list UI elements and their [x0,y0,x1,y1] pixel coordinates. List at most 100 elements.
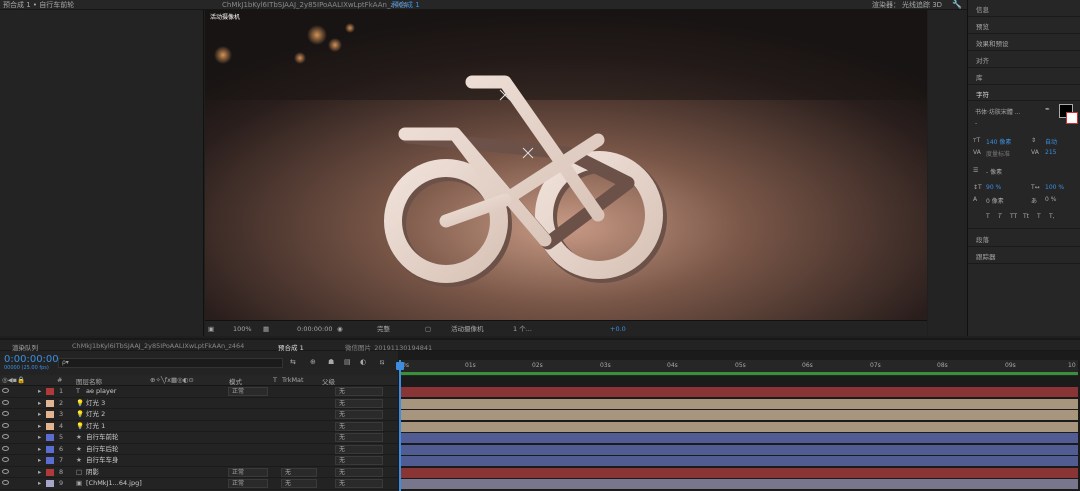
small-caps-button[interactable]: Tt [1023,213,1029,220]
parent-select[interactable]: 无 [335,421,383,431]
layer-duration-bar[interactable] [400,398,1078,409]
work-area-bar[interactable] [400,372,1078,375]
layer-name[interactable]: ae player [86,387,116,396]
panel-info[interactable]: 信息 [976,4,989,14]
draft3d-icon[interactable]: ⊕ [310,358,316,366]
parent-select[interactable]: 无 [335,387,383,396]
layer-duration-bar[interactable] [400,421,1078,432]
layer-duration-bar[interactable] [400,456,1078,466]
panel-paragraph[interactable]: 段落 [976,234,989,244]
tsume-value[interactable]: 0 % [1045,196,1056,203]
eye-icon[interactable] [2,457,9,462]
stroke-color-swatch[interactable] [1066,112,1078,124]
parent-select[interactable]: 无 [335,456,383,465]
shy-icon[interactable]: ☗ [328,358,334,366]
trkmat-select[interactable]: 无 [281,467,317,477]
all-caps-button[interactable]: TT [1010,213,1017,220]
layer-name[interactable]: 自行车车身 [86,456,119,465]
label-color-swatch[interactable] [46,422,54,430]
region-icon[interactable]: ▢ [425,324,431,334]
layer-name[interactable]: 灯光 2 [86,410,105,419]
mode-select[interactable]: 正常 [228,479,268,488]
layer-duration-bar[interactable] [400,479,1078,489]
comp-flowchart-icon[interactable]: ⇆ [290,358,296,366]
layer-name[interactable]: 自行车后轮 [86,445,119,454]
views-select[interactable]: 1 个... [513,324,532,334]
parent-select[interactable]: 无 [335,398,383,408]
mode-select[interactable]: 正常 [228,387,268,396]
eye-icon[interactable] [2,399,9,405]
expand-arrow-icon[interactable]: ▸ [38,422,41,431]
layer-row[interactable]: ▸ 3 💡 灯光 2 无 [0,409,398,421]
panel-tracker[interactable]: 跟踪器 [976,251,996,261]
wrench-icon[interactable]: 🔧 [952,0,962,10]
faux-bold-button[interactable]: T [986,213,990,220]
playhead[interactable] [399,360,401,491]
monitor-icon[interactable]: ▣ [208,324,214,334]
col-layer-name[interactable]: 图层名称 [76,376,102,386]
layer-row[interactable]: ▸ 1 T ae player 正常 无 [0,386,398,398]
parent-select[interactable]: 无 [335,444,383,454]
expand-arrow-icon[interactable]: ▸ [38,445,41,454]
subscript-button[interactable]: T, [1049,213,1055,220]
layer-name[interactable]: 自行车前轮 [86,433,119,442]
mode-select[interactable]: 正常 [228,467,268,477]
layer-row[interactable]: ▸ 2 💡 灯光 3 无 [0,398,398,409]
trkmat-select[interactable]: 无 [281,479,317,488]
motion-blur-icon[interactable]: ◐ [360,358,366,366]
label-color-swatch[interactable] [46,399,54,407]
eye-icon[interactable] [2,468,9,474]
parent-select[interactable]: 无 [335,433,383,442]
layer-row[interactable]: ▸ 8 □ 阴影 正常 无 无 [0,467,398,478]
layer-row[interactable]: ▸ 9 ▣ [ChMkJ1...64.jpg] 正常 无 无 [0,478,398,490]
leading-value[interactable]: 自动 [1045,137,1057,146]
expand-arrow-icon[interactable]: ▸ [38,468,41,477]
zoom-select[interactable]: 100% [233,324,252,334]
panel-library[interactable]: 库 [976,72,983,82]
font-family-select[interactable]: 书体·坊肤宋體 ... [975,107,1021,116]
label-color-swatch[interactable] [46,457,54,464]
parent-select[interactable]: 无 [335,479,383,488]
graph-editor-icon[interactable]: ⧅ [380,358,384,367]
camera-icon[interactable]: ◉ [337,324,343,334]
faux-italic-button[interactable]: T [998,213,1002,220]
label-color-swatch[interactable] [46,445,54,453]
panel-effects[interactable]: 效果和预设 [976,38,1009,48]
panel-character[interactable]: 字符 [976,89,989,99]
playhead-handle[interactable] [396,362,404,370]
layer-row[interactable]: ▸ 6 ★ 自行车后轮 无 [0,444,398,455]
tracking-metrics[interactable]: 度量标准 [986,149,1010,158]
eye-icon[interactable] [2,388,9,393]
tab-comp-image[interactable]: ChMkJ1bKyl6ITbSJAAJ_2y85IPoAALIXwLptFkAA… [72,342,244,350]
layer-row[interactable]: ▸ 7 ★ 自行车车身 无 [0,455,398,467]
layer-duration-bar[interactable] [400,444,1078,455]
exposure-value[interactable]: +0.0 [610,324,626,334]
label-color-swatch[interactable] [46,434,54,441]
layer-duration-bar[interactable] [400,410,1078,420]
expand-arrow-icon[interactable]: ▸ [38,399,41,408]
camera-select[interactable]: 活动摄像机 [451,324,484,334]
layer-duration-bar[interactable] [400,387,1078,397]
superscript-button[interactable]: T [1037,213,1041,220]
grid-icon[interactable]: ▦ [263,324,269,334]
eye-icon[interactable] [2,445,9,451]
label-color-swatch[interactable] [46,411,54,418]
layer-name[interactable]: [ChMkJ1...64.jpg] [86,479,142,488]
expand-arrow-icon[interactable]: ▸ [38,387,41,396]
timecode-display[interactable]: 0:00:00:00 [297,324,333,334]
vscale-value[interactable]: 90 % [986,184,1001,191]
baseline-value[interactable]: 0 像素 [986,196,1004,205]
renderer-value[interactable]: 光线追踪 3D [902,0,942,10]
expand-arrow-icon[interactable]: ▸ [38,433,41,442]
font-size-value[interactable]: 140 像素 [986,137,1011,146]
frame-blend-icon[interactable]: ▤ [344,358,351,366]
panel-preview[interactable]: 预览 [976,21,989,31]
eye-icon[interactable] [2,411,9,416]
font-style-select[interactable]: - [975,120,977,127]
timeline-timecode[interactable]: 0:00:00:00 [4,354,59,365]
layer-name[interactable]: 阴影 [86,468,99,477]
label-color-swatch[interactable] [46,468,54,476]
layer-search-input[interactable]: ρ▾ [58,358,283,368]
eyedropper-icon[interactable]: ✒ [1045,106,1050,113]
expand-arrow-icon[interactable]: ▸ [38,479,41,488]
